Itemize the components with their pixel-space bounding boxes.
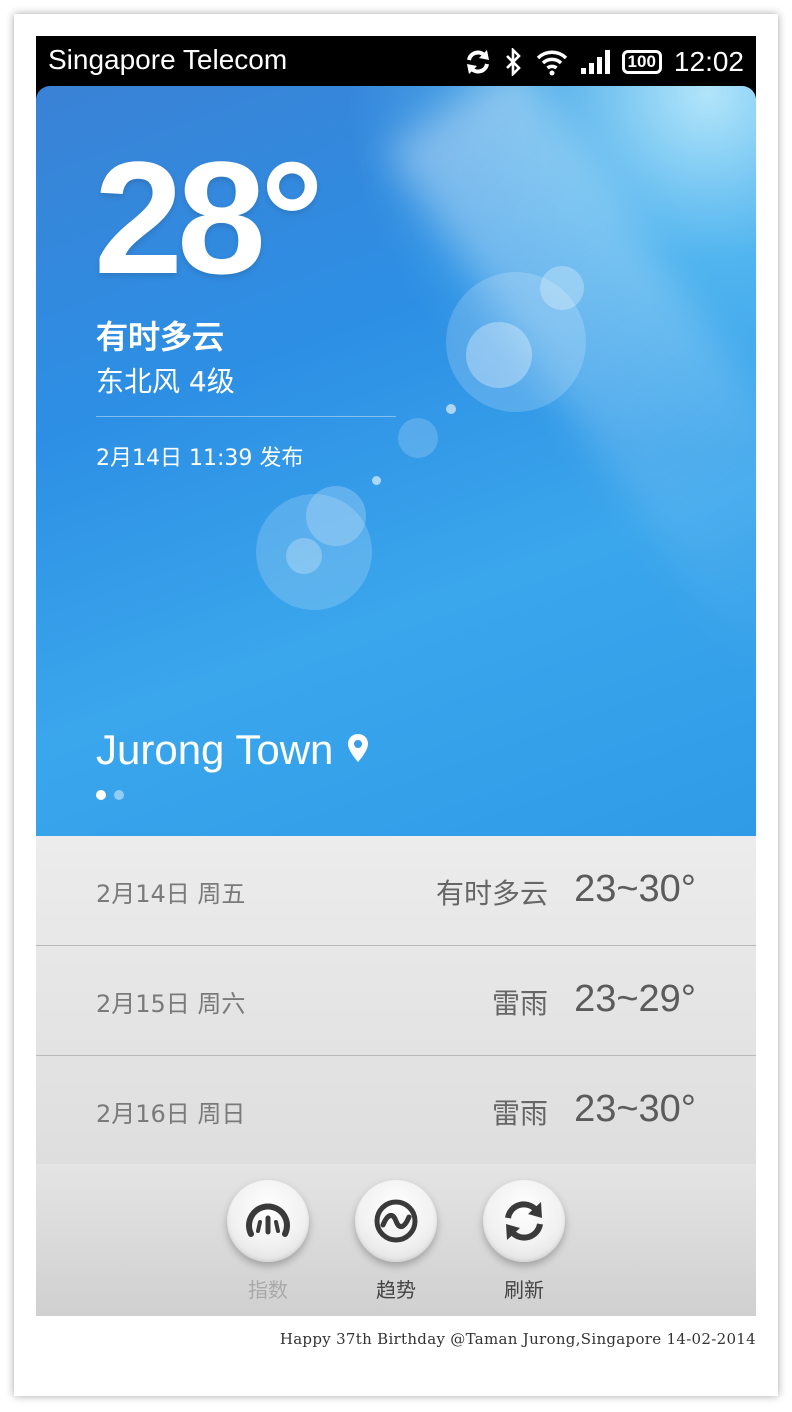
wifi-icon (536, 48, 568, 76)
carrier-name: Singapore Telecom (48, 44, 288, 75)
city-name: Jurong Town (96, 726, 334, 773)
index-label: 指数 (248, 1278, 288, 1302)
page-dot (114, 790, 124, 800)
status-bar: Singapore Telecom 100 12:02 (36, 36, 756, 88)
current-condition: 有时多云 (96, 318, 225, 356)
trend-icon[interactable] (355, 1180, 437, 1262)
light-bubble (398, 418, 438, 458)
light-bubble (306, 486, 366, 546)
trend-label: 趋势 (376, 1278, 416, 1302)
forecast-condition: 雷雨 (491, 1097, 548, 1130)
current-wind: 东北风 4级 (96, 365, 235, 398)
photo-caption: Happy 37th Birthday @Taman Jurong,Singap… (279, 1330, 756, 1348)
battery-icon: 100 (621, 50, 662, 74)
forecast-condition: 雷雨 (491, 987, 548, 1020)
bluetooth-icon (504, 48, 524, 76)
refresh-button[interactable]: 刷新 (482, 1180, 566, 1303)
forecast-date: 2月14日 周五 (96, 880, 246, 908)
city-selector[interactable]: Jurong Town (96, 726, 369, 774)
status-icons: 100 12:02 (464, 44, 744, 80)
forecast-date: 2月15日 周六 (96, 990, 246, 1018)
page-indicator (96, 790, 124, 800)
current-weather-panel[interactable]: 28° 有时多云 东北风 4级 2月14日 11:39 发布 Jurong To… (36, 86, 756, 836)
forecast-condition: 有时多云 (435, 877, 548, 910)
refresh-label: 刷新 (504, 1278, 544, 1302)
forecast-range: 23~30° (574, 868, 696, 910)
light-bubble (446, 404, 456, 414)
forecast-range: 23~29° (574, 978, 696, 1020)
sync-icon (464, 48, 492, 76)
gauge-icon[interactable] (227, 1180, 309, 1262)
forecast-row[interactable]: 2月16日 周日 雷雨 23~30° (36, 1056, 756, 1166)
forecast-range: 23~30° (574, 1088, 696, 1130)
page-dot-active (96, 790, 106, 800)
hero-divider (96, 416, 396, 417)
current-temperature: 28° (94, 128, 324, 307)
index-button[interactable]: 指数 (226, 1180, 310, 1303)
refresh-icon[interactable] (483, 1180, 565, 1262)
light-bubble (540, 266, 584, 310)
status-clock: 12:02 (673, 46, 744, 77)
signal-icon (580, 49, 610, 75)
trend-button[interactable]: 趋势 (354, 1180, 438, 1303)
forecast-row[interactable]: 2月14日 周五 有时多云 23~30° (36, 836, 756, 946)
published-time: 2月14日 11:39 发布 (96, 446, 304, 471)
forecast-row[interactable]: 2月15日 周六 雷雨 23~29° (36, 946, 756, 1056)
phone-screen: Singapore Telecom 100 12:02 28° 有时多云 东北风… (36, 36, 756, 1316)
forecast-list: 2月14日 周五 有时多云 23~30° 2月15日 周六 雷雨 23~29° … (36, 836, 756, 1166)
light-bubble (286, 538, 322, 574)
bottom-toolbar: 指数 趋势 刷新 (36, 1164, 756, 1316)
location-pin-icon (347, 733, 369, 767)
forecast-date: 2月16日 周日 (96, 1100, 246, 1128)
light-bubble (372, 476, 381, 485)
light-bubble (466, 322, 532, 388)
